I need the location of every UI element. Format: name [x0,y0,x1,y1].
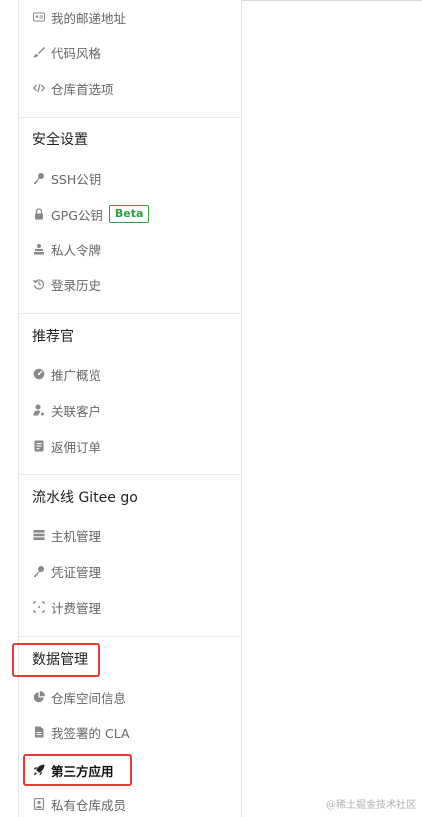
sidebar-item-label: 登录历史 [51,277,102,293]
members-icon [32,797,46,811]
sidebar-item-ssh-keys[interactable]: SSH公钥 [32,166,101,190]
sidebar-item-label: GPG公钥 [51,207,103,223]
key-icon [32,171,46,185]
sidebar-item-label: 主机管理 [51,528,102,544]
settings-sidebar: 我的邮递地址 代码风格 仓库首选项 安全设置 SSH公钥 GPG公钥 Beta … [18,0,242,817]
sidebar-item-label: 我的邮递地址 [51,10,127,26]
sidebar-item-gpg-keys[interactable]: GPG公钥 Beta [32,202,150,226]
token-icon [32,242,46,256]
rocket-icon [32,763,46,777]
sidebar-item-private-tokens[interactable]: 私人令牌 [32,237,101,261]
section-title-data-management: 数据管理 [32,652,88,668]
sidebar-item-host-management[interactable]: 主机管理 [32,523,101,547]
sidebar-item-mailing-address[interactable]: 我的邮递地址 [32,5,126,29]
sidebar-item-label: 仓库首选项 [51,81,114,97]
sidebar-item-code-style[interactable]: 代码风格 [32,40,101,64]
sidebar-item-label: 计费管理 [51,600,102,616]
section-divider [19,636,241,637]
section-title-security: 安全设置 [32,132,88,148]
server-icon [32,528,46,542]
lock-icon [32,207,46,221]
sidebar-item-repo-space-info[interactable]: 仓库空间信息 [32,685,126,709]
credential-key-icon [32,564,46,578]
user-link-icon [32,403,46,417]
sidebar-item-label: 私人令牌 [51,242,102,258]
sidebar-item-private-repo-members[interactable]: 私有仓库成员 [32,792,126,816]
section-divider [19,117,241,118]
sidebar-item-label: 凭证管理 [51,564,102,580]
brush-icon [32,45,46,59]
sidebar-item-signed-cla[interactable]: 我签署的 CLA [32,720,130,744]
billing-icon [32,600,46,614]
pie-chart-icon [32,690,46,704]
sidebar-item-label: 第三方应用 [51,763,114,779]
beta-badge: Beta [108,205,150,223]
dashboard-icon [32,367,46,381]
sidebar-item-related-customers[interactable]: 关联客户 [32,398,101,422]
sidebar-item-third-party-apps[interactable]: 第三方应用 [32,758,114,782]
document-icon [32,725,46,739]
section-title-promoter: 推荐官 [32,329,74,345]
section-divider [19,474,241,475]
sidebar-item-label: 返佣订单 [51,439,102,455]
sidebar-item-promotion-overview[interactable]: 推广概览 [32,362,101,386]
content-top-border [241,0,422,1]
sidebar-item-label: 我签署的 CLA [51,725,130,741]
order-icon [32,439,46,453]
section-title-pipeline: 流水线 Gitee go [32,490,138,506]
sidebar-item-login-history[interactable]: 登录历史 [32,272,101,296]
sidebar-item-label: 代码风格 [51,45,102,61]
section-divider [19,313,241,314]
sidebar-item-label: 关联客户 [51,403,102,419]
sidebar-item-label: 仓库空间信息 [51,690,127,706]
sidebar-item-repo-preferences[interactable]: 仓库首选项 [32,76,114,100]
sidebar-item-commission-orders[interactable]: 返佣订单 [32,434,101,458]
sidebar-item-label: 推广概览 [51,367,102,383]
code-icon [32,81,46,95]
history-icon [32,277,46,291]
sidebar-item-label: 私有仓库成员 [51,797,127,813]
sidebar-item-label: SSH公钥 [51,171,102,187]
watermark-text: @稀土掘金技术社区 [326,800,416,811]
sidebar-item-billing-management[interactable]: 计费管理 [32,595,101,619]
address-card-icon [32,10,46,24]
sidebar-item-credential-management[interactable]: 凭证管理 [32,559,101,583]
